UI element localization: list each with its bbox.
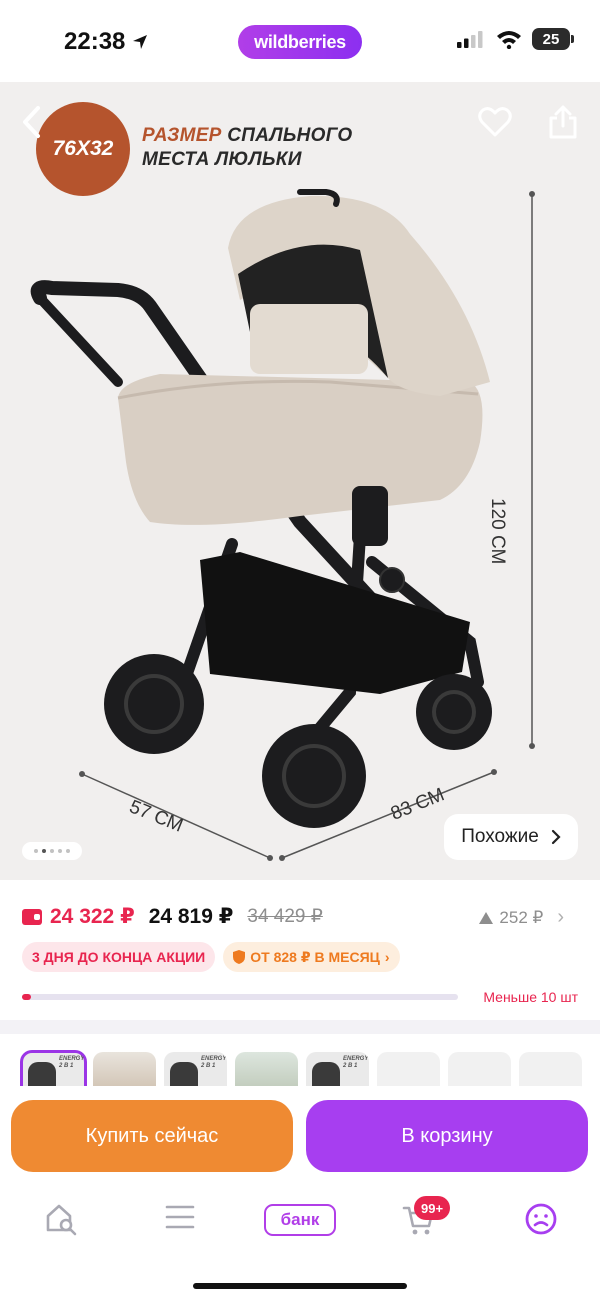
size-badge: 76X32 xyxy=(36,102,130,196)
stroller-image xyxy=(30,189,535,861)
price-row: 24 322 ₽ 24 819 ₽ 34 429 ₽ xyxy=(22,904,323,929)
status-bar: 22:38 wildberries 25 xyxy=(0,0,600,82)
section-divider xyxy=(0,1020,600,1034)
image-headline: РАЗМЕР СПАЛЬНОГО МЕСТА ЛЮЛЬКИ xyxy=(142,124,353,172)
similar-label: Похожие xyxy=(461,826,539,847)
battery-indicator: 25 xyxy=(532,28,574,50)
stock-progress xyxy=(22,994,458,1000)
cart-count-badge: 99+ xyxy=(414,1196,451,1220)
favorite-button[interactable] xyxy=(478,106,512,143)
add-to-cart-button[interactable]: В корзину xyxy=(306,1100,588,1172)
dimension-height-label: 120 СМ xyxy=(487,498,508,565)
wildberries-logo[interactable]: wildberries xyxy=(238,25,362,59)
nav-profile[interactable] xyxy=(524,1202,558,1241)
similar-button[interactable]: Похожие xyxy=(444,814,578,860)
price-history-link[interactable]: 252 ₽ › xyxy=(479,906,564,929)
pagination-dot xyxy=(34,849,38,853)
nav-bank[interactable]: банк xyxy=(264,1204,336,1236)
back-icon xyxy=(23,106,40,138)
clock-text: 22:38 xyxy=(64,28,126,55)
promo-deadline-chip[interactable]: 3 ДНЯ ДО КОНЦА АКЦИИ xyxy=(22,942,216,972)
share-icon xyxy=(549,105,577,139)
thumbnail-label: ENERGY 2 В 1 xyxy=(201,1056,227,1069)
installment-chip[interactable]: ОТ 828 ₽ В МЕСЯЦ › xyxy=(223,942,400,972)
old-price: 34 429 ₽ xyxy=(247,906,323,927)
pagination-dot xyxy=(50,849,54,853)
chevron-right-icon xyxy=(551,829,561,845)
current-price: 24 819 ₽ xyxy=(148,905,234,928)
home-indicator xyxy=(193,1283,407,1289)
headline-accent: РАЗМЕР xyxy=(142,125,222,146)
price-block: 24 322 ₽ 24 819 ₽ 34 429 ₽ 252 ₽ › 3 ДНЯ… xyxy=(0,880,600,1020)
signal-icon xyxy=(457,31,483,48)
installment-label: ОТ 828 ₽ В МЕСЯЦ xyxy=(250,948,380,965)
home-search-icon xyxy=(46,1204,77,1236)
headline-line2: МЕСТА ЛЮЛЬКИ xyxy=(142,149,302,170)
stock-text: Меньше 10 шт xyxy=(483,989,578,1005)
thumbnail-label: ENERGY 2 В 1 xyxy=(343,1056,369,1069)
price-change: 252 ₽ xyxy=(499,907,544,927)
chevron-right-icon: › xyxy=(557,906,564,928)
menu-icon xyxy=(165,1205,195,1229)
pagination-dot-active xyxy=(42,849,46,853)
share-button[interactable] xyxy=(548,104,578,145)
promo-chips: 3 ДНЯ ДО КОНЦА АКЦИИ ОТ 828 ₽ В МЕСЯЦ › xyxy=(22,942,400,972)
wallet-price[interactable]: 24 322 ₽ xyxy=(50,904,135,929)
pagination-dot xyxy=(66,849,70,853)
headline-line1: СПАЛЬНОГО xyxy=(227,125,353,146)
pagination-dot xyxy=(58,849,62,853)
chevron-right-icon: › xyxy=(384,949,390,965)
trend-up-icon xyxy=(479,911,494,924)
nav-home[interactable] xyxy=(44,1202,78,1241)
shield-icon xyxy=(233,950,246,964)
gallery-pagination xyxy=(22,842,82,860)
profile-icon xyxy=(525,1203,557,1235)
product-gallery[interactable]: 76X32 РАЗМЕР СПАЛЬНОГО МЕСТА ЛЮЛЬКИ 120 … xyxy=(0,82,600,880)
thumbnail-label: ENERGY 2 В 1 xyxy=(59,1056,85,1069)
back-button[interactable] xyxy=(20,104,42,150)
location-arrow-icon xyxy=(133,35,148,49)
wallet-icon xyxy=(22,908,42,925)
stock-progress-fill xyxy=(22,994,31,1000)
nav-catalog[interactable] xyxy=(164,1202,196,1237)
wifi-icon xyxy=(497,31,521,49)
purchase-actions: Купить сейчас В корзину xyxy=(0,1086,600,1186)
heart-icon xyxy=(478,107,512,137)
clock: 22:38 xyxy=(64,28,149,56)
system-icons: 25 xyxy=(456,28,574,50)
buy-now-button[interactable]: Купить сейчас xyxy=(11,1100,293,1172)
